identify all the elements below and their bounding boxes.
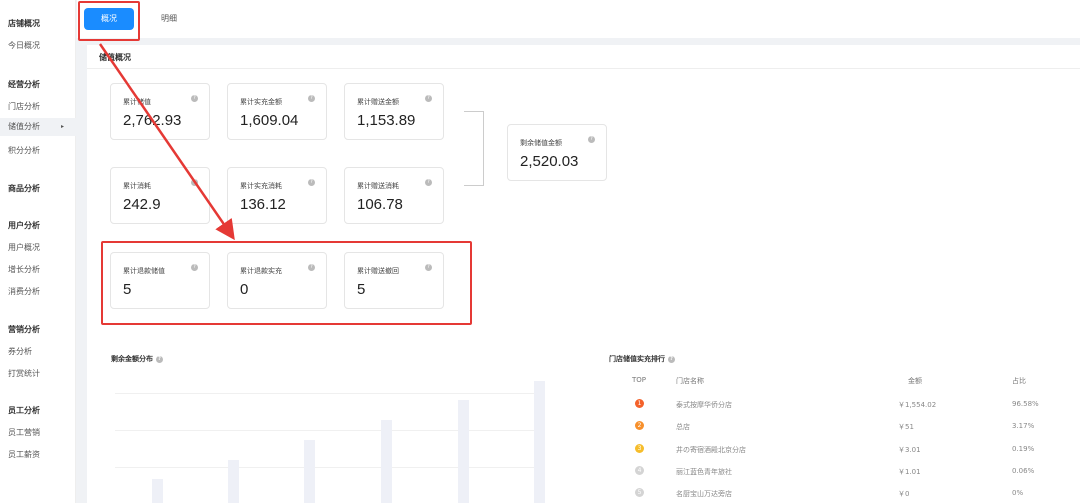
chart-bar[interactable] [152, 479, 163, 503]
card-gift-consume: 累计赠送消耗 ? 106.78 [344, 167, 444, 224]
sidebar-item-today[interactable]: 今日概况 [8, 40, 40, 51]
card-total-consume: 累计消耗 ? 242.9 [110, 167, 210, 224]
sidebar-group-user[interactable]: 用户分析 [8, 220, 40, 231]
sidebar-group-product[interactable]: 商品分析 [8, 183, 40, 194]
card-label: 累计储值 [123, 98, 151, 106]
annotation-highlight-box [78, 1, 140, 41]
card-recharge-consume: 累计实充消耗 ? 136.12 [227, 167, 327, 224]
ranking-header-amount: 金额 [908, 377, 922, 385]
store-amount: ￥1.01 [898, 468, 921, 476]
card-total-recharge: 累计实充金额 ? 1,609.04 [227, 83, 327, 140]
rank-badge: 3 [635, 444, 644, 453]
bracket-connector [464, 111, 484, 186]
chart-bar[interactable] [381, 420, 392, 503]
sidebar-group-marketing[interactable]: 营销分析 [8, 324, 40, 335]
store-ratio: 0.19% [1012, 445, 1035, 453]
card-label: 累计赠送消耗 [357, 182, 399, 190]
help-icon[interactable]: ? [191, 179, 198, 186]
store-ratio: 3.17% [1012, 422, 1035, 430]
sidebar-item-user-overview[interactable]: 用户概况 [8, 242, 40, 253]
chart-bar[interactable] [534, 381, 545, 503]
sidebar-group-store[interactable]: 店铺概况 [8, 18, 40, 29]
help-icon[interactable]: ? [308, 179, 315, 186]
card-total-stored: 累计储值 ? 2,762.93 [110, 83, 210, 140]
store-amount: ￥1,554.02 [898, 401, 937, 409]
card-value: 2,520.03 [520, 153, 579, 170]
store-name[interactable]: 泰式按摩华侨分店 [676, 400, 732, 410]
ranking-header-name: 门店名称 [676, 377, 704, 385]
help-icon[interactable]: ? [425, 179, 432, 186]
gridline [115, 467, 545, 468]
ranking-title-text: 门店储值实充排行 [609, 355, 665, 363]
help-icon[interactable]: ? [308, 95, 315, 102]
chart-bar[interactable] [228, 460, 239, 503]
sidebar: 店铺概况 今日概况 经营分析 门店分析 储值分析 ▸ 积分分析 商品分析 用户分… [0, 0, 76, 503]
store-amount: ￥51 [898, 423, 914, 431]
rank-badge: 5 [635, 488, 644, 497]
divider [87, 68, 1080, 69]
card-value: 136.12 [240, 196, 286, 213]
ranking-header-top: TOP [632, 376, 647, 384]
ranking-title: 门店储值实充排行? [609, 354, 675, 364]
store-name[interactable]: 丽江蓝色青年旅社 [676, 467, 732, 477]
rank-badge: 4 [635, 466, 644, 475]
rank-badge: 1 [635, 399, 644, 408]
chart-bar[interactable] [458, 400, 469, 503]
chart-bar[interactable] [304, 440, 315, 503]
sidebar-item-growth[interactable]: 增长分析 [8, 264, 40, 275]
sidebar-item-consumption[interactable]: 消费分析 [8, 286, 40, 297]
store-ratio: 0.06% [1012, 467, 1035, 475]
sidebar-item-staff-marketing[interactable]: 员工营销 [8, 427, 40, 438]
help-icon[interactable]: ? [588, 136, 595, 143]
sidebar-item-stored-value[interactable]: 储值分析 ▸ [0, 118, 76, 136]
card-value: 242.9 [123, 196, 161, 213]
sidebar-item-store-analysis[interactable]: 门店分析 [8, 101, 40, 112]
ranking-header-ratio: 占比 [1012, 377, 1026, 385]
store-ratio: 96.58% [1012, 400, 1039, 408]
card-value: 1,153.89 [357, 112, 416, 129]
store-name[interactable]: 井の寄宿酒殿北京分店 [676, 445, 746, 455]
annotation-highlight-box [101, 241, 472, 325]
help-icon[interactable]: ? [425, 95, 432, 102]
card-label: 累计实充金额 [240, 98, 282, 106]
card-value: 106.78 [357, 196, 403, 213]
card-label: 累计消耗 [123, 182, 151, 190]
card-value: 2,762.93 [123, 112, 182, 129]
store-amount: ￥3.01 [898, 446, 921, 454]
distribution-chart [115, 373, 545, 503]
store-amount: ￥0 [898, 490, 910, 498]
help-icon[interactable]: ? [191, 95, 198, 102]
card-label: 累计实充消耗 [240, 182, 282, 190]
sidebar-item-tips[interactable]: 打赏统计 [8, 368, 40, 379]
distribution-title: 剩余金额分布? [111, 354, 163, 364]
caret-right-icon: ▸ [60, 123, 64, 130]
store-name[interactable]: 总店 [676, 422, 690, 432]
sidebar-group-staff[interactable]: 员工分析 [8, 405, 40, 416]
store-name[interactable]: 名厨宝山万达旁店 [676, 489, 732, 499]
card-label: 累计赠送金额 [357, 98, 399, 106]
card-value: 1,609.04 [240, 112, 299, 129]
gridline [115, 393, 545, 394]
sidebar-item-points[interactable]: 积分分析 [8, 145, 40, 156]
sidebar-item-label: 储值分析 [8, 122, 40, 131]
card-remaining: 剩余储值金额 ? 2,520.03 [507, 124, 607, 181]
store-ratio: 0% [1012, 489, 1024, 497]
tab-bar: 概况 明细 [77, 0, 1080, 41]
help-icon[interactable]: ? [668, 355, 675, 363]
sidebar-item-coupon[interactable]: 券分析 [8, 346, 32, 357]
sidebar-item-staff-salary[interactable]: 员工薪资 [8, 449, 40, 460]
help-icon[interactable]: ? [156, 355, 163, 363]
gridline [115, 430, 545, 431]
section-title: 储值概况 [99, 53, 131, 62]
sidebar-group-business[interactable]: 经营分析 [8, 79, 40, 90]
card-total-gift: 累计赠送金额 ? 1,153.89 [344, 83, 444, 140]
rank-badge: 2 [635, 421, 644, 430]
tab-detail[interactable]: 明细 [161, 13, 177, 24]
card-label: 剩余储值金额 [520, 139, 562, 147]
distribution-title-text: 剩余金额分布 [111, 355, 153, 363]
